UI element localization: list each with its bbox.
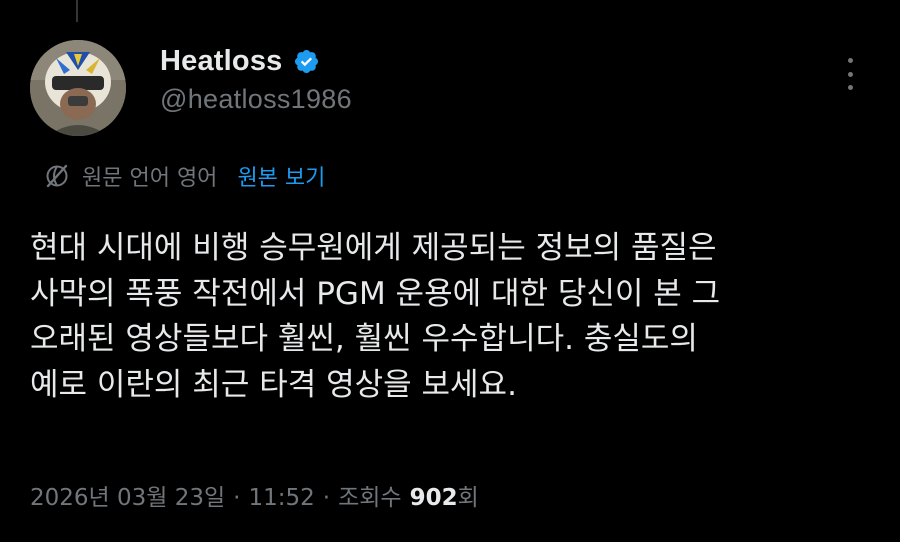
author-avatar[interactable]	[30, 40, 126, 136]
thread-connector-line	[76, 0, 78, 22]
translation-source-note: 원문 언어 영어	[82, 166, 218, 191]
tweet-metadata: 2026년 03월 23일 · 11:52 · 조회수 902 회	[30, 478, 479, 512]
author-display-name[interactable]: Heatloss	[160, 45, 283, 78]
views-label: 조회수	[338, 485, 402, 511]
meta-separator: ·	[322, 485, 331, 511]
tweet-time[interactable]: 11:52	[248, 485, 314, 511]
tweet-author[interactable]: Heatloss @heatloss1986	[160, 42, 352, 115]
show-original-link[interactable]: 원본 보기	[237, 160, 325, 192]
more-dot	[847, 58, 853, 63]
views-count: 902	[409, 485, 458, 511]
tweet-text-line: 현대 시대에 비행 승무원에게 제공되는 정보의 품질은	[30, 230, 717, 266]
views-suffix: 회	[457, 485, 479, 511]
tweet-body: 현대 시대에 비행 승무원에게 제공되는 정보의 품질은 사막의 폭풍 작전에서…	[30, 226, 880, 408]
more-dot	[847, 85, 853, 90]
more-vertical-icon[interactable]	[836, 56, 864, 92]
meta-separator: ·	[233, 485, 241, 511]
pilot-helmet-avatar-icon	[30, 40, 126, 136]
verified-badge-icon[interactable]	[293, 48, 320, 75]
tweet-text-line: 예로 이란의 최근 타격 영상을 보세요.	[30, 366, 517, 403]
author-handle[interactable]: @heatloss1986	[160, 84, 352, 115]
translation-notice: 원문 언어 영어 원본 보기	[44, 160, 325, 192]
tweet-text-line: 오래된 영상들보다 훨씬, 훨씬 우수합니다. 충실도의	[30, 321, 698, 357]
translate-globe-icon	[44, 163, 70, 189]
author-name-row: Heatloss	[160, 42, 352, 80]
tweet-text-line: 사막의 폭풍 작전에서 PGM 운용에 대한 당신이 본 그	[30, 275, 721, 312]
tweet-date[interactable]: 2026년 03월 23일	[30, 478, 225, 512]
more-dot	[847, 71, 853, 77]
